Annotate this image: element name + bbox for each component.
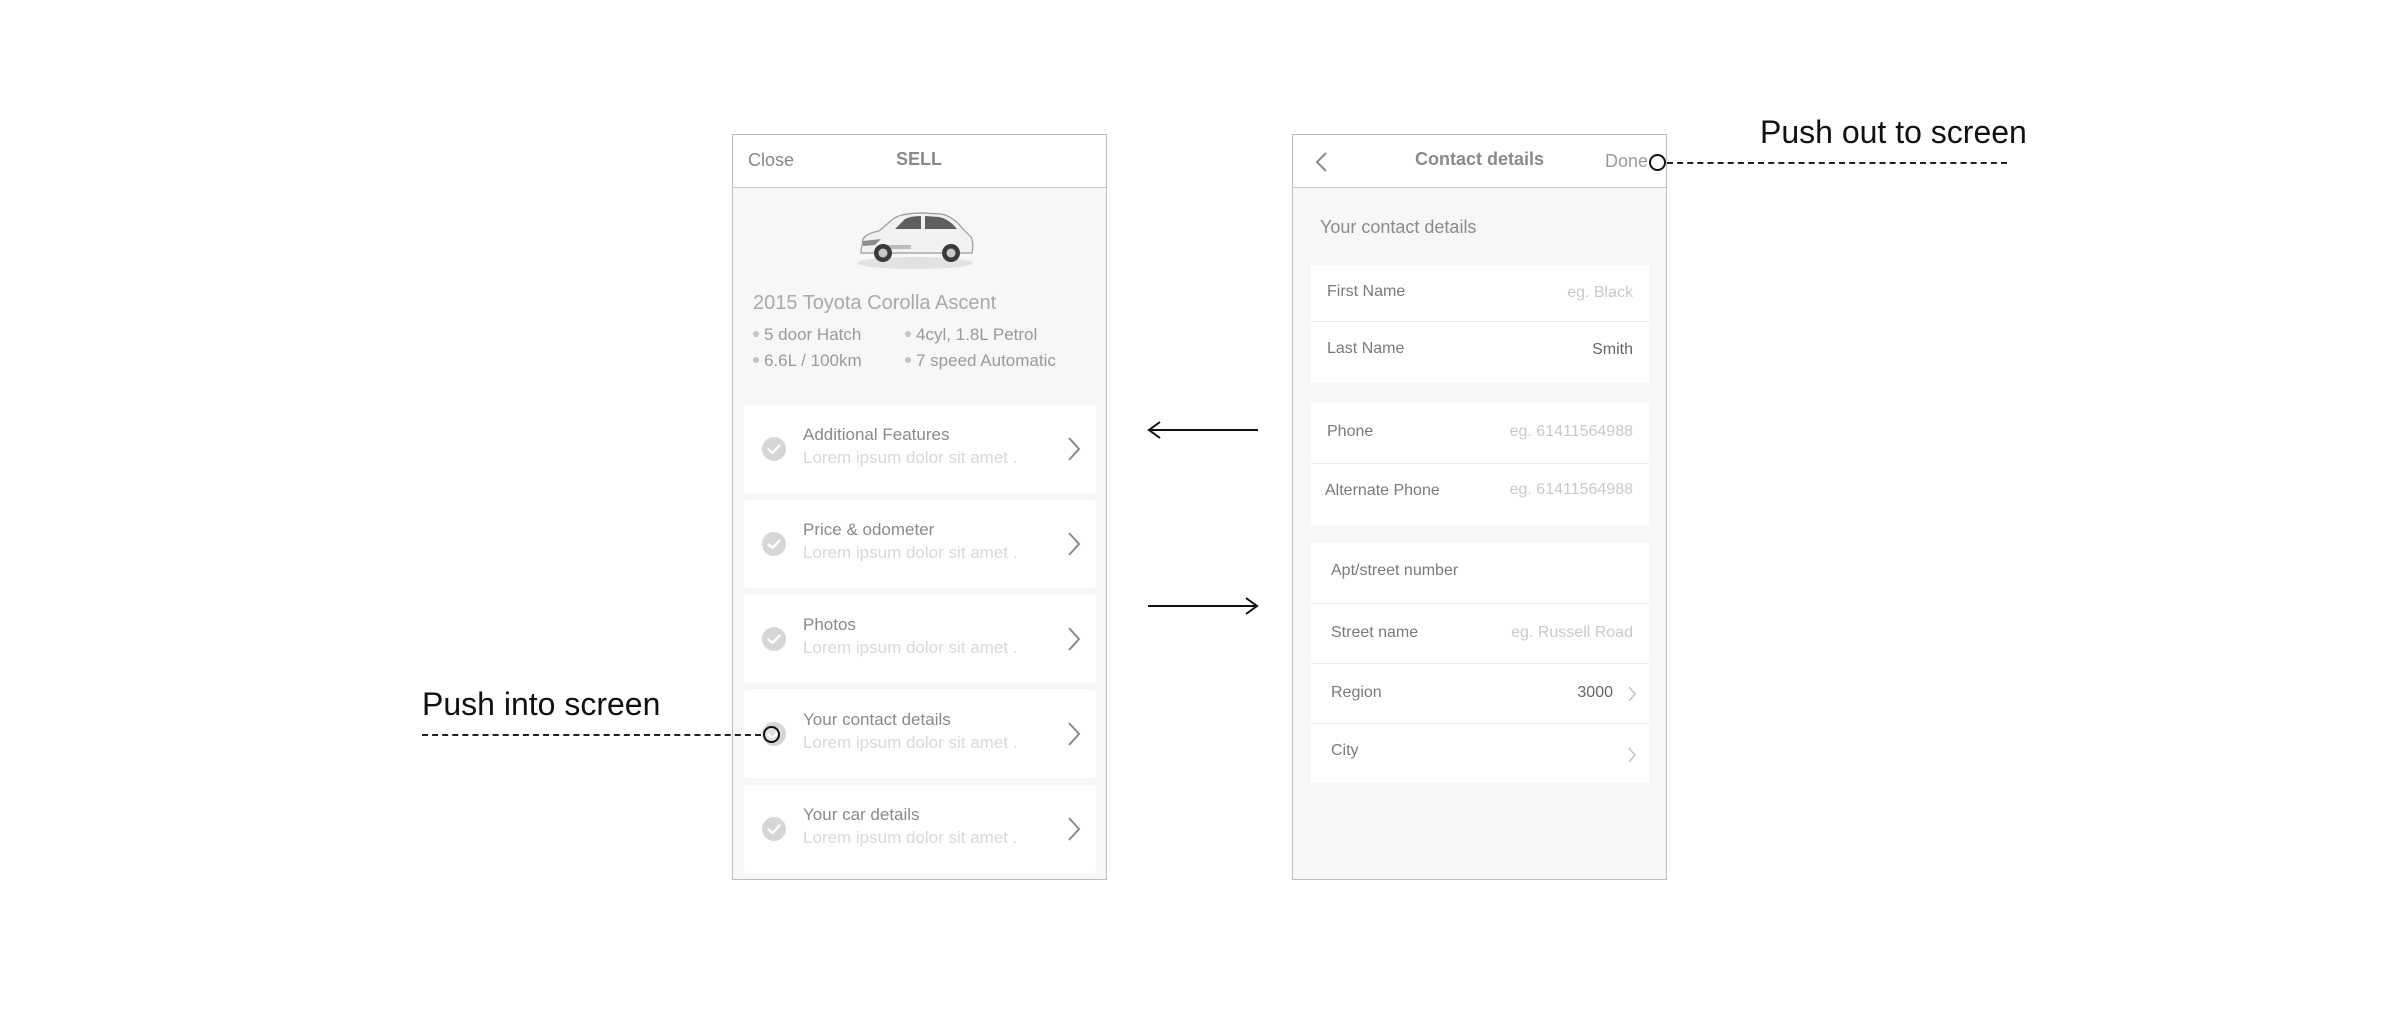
- item-subtitle: Lorem ipsum dolor sit amet .: [803, 448, 1018, 467]
- done-button[interactable]: Done: [1605, 151, 1648, 172]
- contact-details-screen: Contact details Done Your contact detail…: [1292, 134, 1667, 880]
- annotation-line-left: [422, 734, 761, 736]
- street-number-field[interactable]: Apt/street number: [1311, 543, 1649, 604]
- item-subtitle: Lorem ipsum dolor sit amet .: [803, 828, 1018, 847]
- chevron-right-icon: [1628, 686, 1637, 702]
- car-title: 2015 Toyota Corolla Ascent: [753, 292, 997, 314]
- item-title: Your contact details: [803, 710, 951, 729]
- phone-field[interactable]: Phone eg. 61411564988: [1311, 403, 1649, 464]
- check-circle-icon: [762, 817, 786, 841]
- city-field[interactable]: City: [1311, 724, 1649, 783]
- item-title: Your car details: [803, 805, 920, 824]
- chevron-right-icon: [1068, 817, 1081, 841]
- field-placeholder: eg. Russell Road: [1511, 624, 1633, 641]
- section-label: Your contact details: [1320, 217, 1477, 237]
- annotation-line-right: [1667, 162, 2007, 164]
- chevron-right-icon: [1068, 532, 1081, 556]
- item-subtitle: Lorem ipsum dolor sit amet .: [803, 638, 1018, 657]
- last-name-field[interactable]: Last Name Smith: [1311, 322, 1649, 379]
- chevron-right-icon: [1628, 747, 1637, 763]
- item-subtitle: Lorem ipsum dolor sit amet .: [803, 543, 1018, 562]
- field-label: First Name: [1327, 283, 1406, 300]
- check-circle-icon: [762, 532, 786, 556]
- car-image: [857, 212, 974, 269]
- arrow-right-icon: [1148, 597, 1259, 615]
- spec-item: 7 speed Automatic: [905, 351, 1056, 371]
- street-name-field[interactable]: Street name eg. Russell Road: [1311, 604, 1649, 664]
- list-item-additional-features[interactable]: Additional Features Lorem ipsum dolor si…: [744, 405, 1096, 493]
- list-item-contact-details[interactable]: Your contact details Lorem ipsum dolor s…: [744, 690, 1096, 778]
- chevron-right-icon: [1068, 722, 1081, 746]
- field-label: Phone: [1327, 423, 1374, 440]
- field-value: Smith: [1592, 341, 1633, 358]
- region-field[interactable]: Region 3000: [1311, 664, 1649, 724]
- annotation-push-out: Push out to screen: [1760, 114, 2027, 150]
- chevron-right-icon: [1068, 437, 1081, 461]
- field-label: Region: [1331, 684, 1382, 701]
- annotation-push-into: Push into screen: [422, 686, 661, 722]
- item-title: Price & odometer: [803, 520, 935, 539]
- check-circle-icon: [762, 627, 786, 651]
- spec-item: 5 door Hatch: [753, 325, 861, 345]
- list-item-photos[interactable]: Photos Lorem ipsum dolor sit amet .: [744, 595, 1096, 683]
- item-title: Additional Features: [803, 425, 950, 444]
- address-group: Apt/street number Street name eg. Russel…: [1311, 543, 1649, 783]
- annotation-marker-right: [1649, 154, 1666, 171]
- item-subtitle: Lorem ipsum dolor sit amet .: [803, 733, 1018, 752]
- check-circle-icon: [762, 437, 786, 461]
- arrow-left-icon: [1147, 421, 1258, 439]
- list-item-price-odometer[interactable]: Price & odometer Lorem ipsum dolor sit a…: [744, 500, 1096, 588]
- first-name-field[interactable]: First Name eg. Black: [1311, 265, 1649, 322]
- chevron-right-icon: [1068, 627, 1081, 651]
- field-label: Street name: [1331, 624, 1419, 641]
- field-label: Last Name: [1327, 340, 1405, 357]
- field-placeholder: eg. Black: [1567, 284, 1633, 301]
- list-item-car-details[interactable]: Your car details Lorem ipsum dolor sit a…: [744, 785, 1096, 873]
- field-placeholder: eg. 61411564988: [1509, 481, 1633, 498]
- field-label: Alternate Phone: [1325, 482, 1440, 499]
- annotation-marker-left: [763, 726, 780, 743]
- contact-nav-bar: Contact details Done: [1293, 135, 1666, 188]
- name-group: First Name eg. Black Last Name Smith: [1311, 265, 1649, 383]
- field-placeholder: eg. 61411564988: [1509, 423, 1633, 440]
- field-value: 3000: [1577, 684, 1613, 701]
- sell-title: SELL: [896, 149, 943, 169]
- field-label: City: [1331, 742, 1359, 759]
- spec-item: 4cyl, 1.8L Petrol: [905, 325, 1037, 345]
- alternate-phone-field[interactable]: Alternate Phone eg. 61411564988: [1311, 464, 1649, 525]
- sell-screen: Close SELL 2015 Toyota Corolla Ascent 5 …: [732, 134, 1107, 880]
- field-label: Apt/street number: [1331, 562, 1459, 579]
- item-title: Photos: [803, 615, 856, 634]
- sell-nav-bar: Close SELL: [733, 135, 1106, 188]
- spec-item: 6.6L / 100km: [753, 351, 862, 371]
- phone-group: Phone eg. 61411564988 Alternate Phone eg…: [1311, 403, 1649, 525]
